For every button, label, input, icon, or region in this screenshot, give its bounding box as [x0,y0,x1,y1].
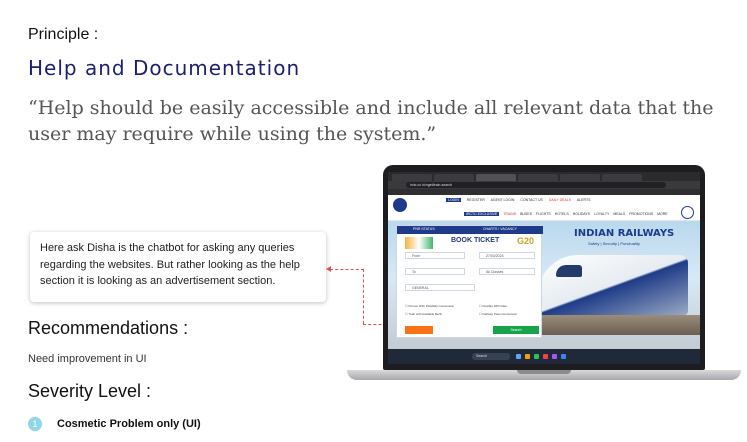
top-nav: LOGIN REGISTER AGENT LOGIN CONTACT US DA… [446,198,595,202]
severity-title: Severity Level : [28,381,152,401]
principle-quote: “Help should be easily accessible and in… [28,97,714,145]
taskbar-app-icon[interactable] [516,354,521,359]
to-input[interactable]: To [405,268,465,275]
train-image [538,255,688,315]
azadi-logo-icon [405,237,433,249]
class-select[interactable]: All Classes [479,268,535,275]
tab-pnr-status[interactable]: PNR STATUS [413,227,435,231]
booking-tabs: PNR STATUS CHARTS / VACANCY [397,226,543,234]
checkbox-option[interactable]: ☐ Railway Pass Concession [479,312,517,316]
irctc-logo-icon[interactable] [393,198,407,212]
browser-toolbar: irctc.co.in/nget/train-search [388,181,700,189]
page-title: Help and Documentation [28,56,301,80]
nav-exclusive[interactable]: IRCTC EXCLUSIVE [464,212,500,216]
agent-login-link[interactable]: AGENT LOGIN [491,198,515,202]
recommendations-title: Recommendations : [28,318,189,338]
deals-link[interactable]: DAILY DEALS [549,198,571,202]
indian-railways-logo-icon [681,206,694,219]
g20-logo: G20 [517,236,535,246]
annotation-callout: Here ask Disha is the chatbot for asking… [30,232,326,302]
nav-buses[interactable]: BUSES [520,212,532,216]
track-image [528,315,700,335]
taskbar-app-icon[interactable] [534,354,539,359]
browser-tab[interactable] [518,174,558,181]
nav-flights[interactable]: FLIGHTS [536,212,551,216]
alerts-link[interactable]: ALERTS [577,198,591,202]
nav-meals[interactable]: MEALS [613,212,625,216]
address-bar[interactable]: irctc.co.in/nget/train-search [406,182,666,188]
principle-label: Principle : [28,26,99,43]
from-input[interactable]: From [405,252,465,259]
annotation-connector [363,269,364,324]
site-header: LOGIN REGISTER AGENT LOGIN CONTACT US DA… [388,195,700,221]
booking-title: BOOK TICKET [451,237,500,244]
nav-more[interactable]: MORE [657,212,668,216]
booking-panel: PNR STATUS CHARTS / VACANCY BOOK TICKET … [396,225,543,338]
recommendations-text: Need improvement in UI [28,353,147,365]
nav-loyalty[interactable]: LOYALTY [594,212,609,216]
hero-subtitle: Safety | Security | Punctuality [588,241,640,246]
quota-select[interactable]: GENERAL [405,284,475,291]
nav-holidays[interactable]: HOLIDAYS [573,212,590,216]
checkbox-option[interactable]: ☐ Flexible With Date [479,304,507,308]
date-input[interactable]: 27/03/2024 [479,252,535,259]
nav-trains[interactable]: TRAINS [503,212,516,216]
website-screenshot: irctc.co.in/nget/train-search LOGIN REGI… [388,172,700,364]
taskbar-search[interactable]: Search [472,353,510,360]
login-link[interactable]: LOGIN [446,198,461,202]
nav-promotions[interactable]: PROMOTIONS [629,212,653,216]
checkbox-option[interactable]: ☐ Train with Available Berth [405,312,442,316]
browser-tab[interactable] [602,174,642,181]
taskbar-app-icon[interactable] [561,354,566,359]
orange-button[interactable] [405,326,433,334]
taskbar-app-icon[interactable] [552,354,557,359]
browser-tab[interactable] [560,174,600,181]
tab-charts-vacancy[interactable]: CHARTS / VACANCY [483,227,517,231]
register-link[interactable]: REGISTER [467,198,485,202]
browser-tab[interactable] [434,174,474,181]
hero-banner: INDIAN RAILWAYS Safety | Security | Punc… [388,221,700,364]
laptop-notch [517,370,571,374]
browser-tab[interactable] [392,174,432,181]
severity-badge: 1 [28,417,42,431]
contact-link[interactable]: CONTACT US [520,198,542,202]
browser-tab-active[interactable] [476,174,516,181]
severity-text: Cosmetic Problem only (UI) [57,418,201,430]
checkbox-option[interactable]: ☐ Person With Disability Concession [405,304,454,308]
browser-tab-bar [388,172,700,181]
main-nav: IRCTC EXCLUSIVE TRAINS BUSES FLIGHTS HOT… [464,212,671,216]
annotation-connector [330,269,364,270]
windows-taskbar: Search [388,349,700,364]
search-trains-button[interactable]: Search [493,326,539,334]
nav-hotels[interactable]: HOTELS [555,212,569,216]
train-window [556,265,582,277]
taskbar-app-icon[interactable] [525,354,530,359]
hero-title: INDIAN RAILWAYS [574,228,675,239]
taskbar-app-icon[interactable] [543,354,548,359]
